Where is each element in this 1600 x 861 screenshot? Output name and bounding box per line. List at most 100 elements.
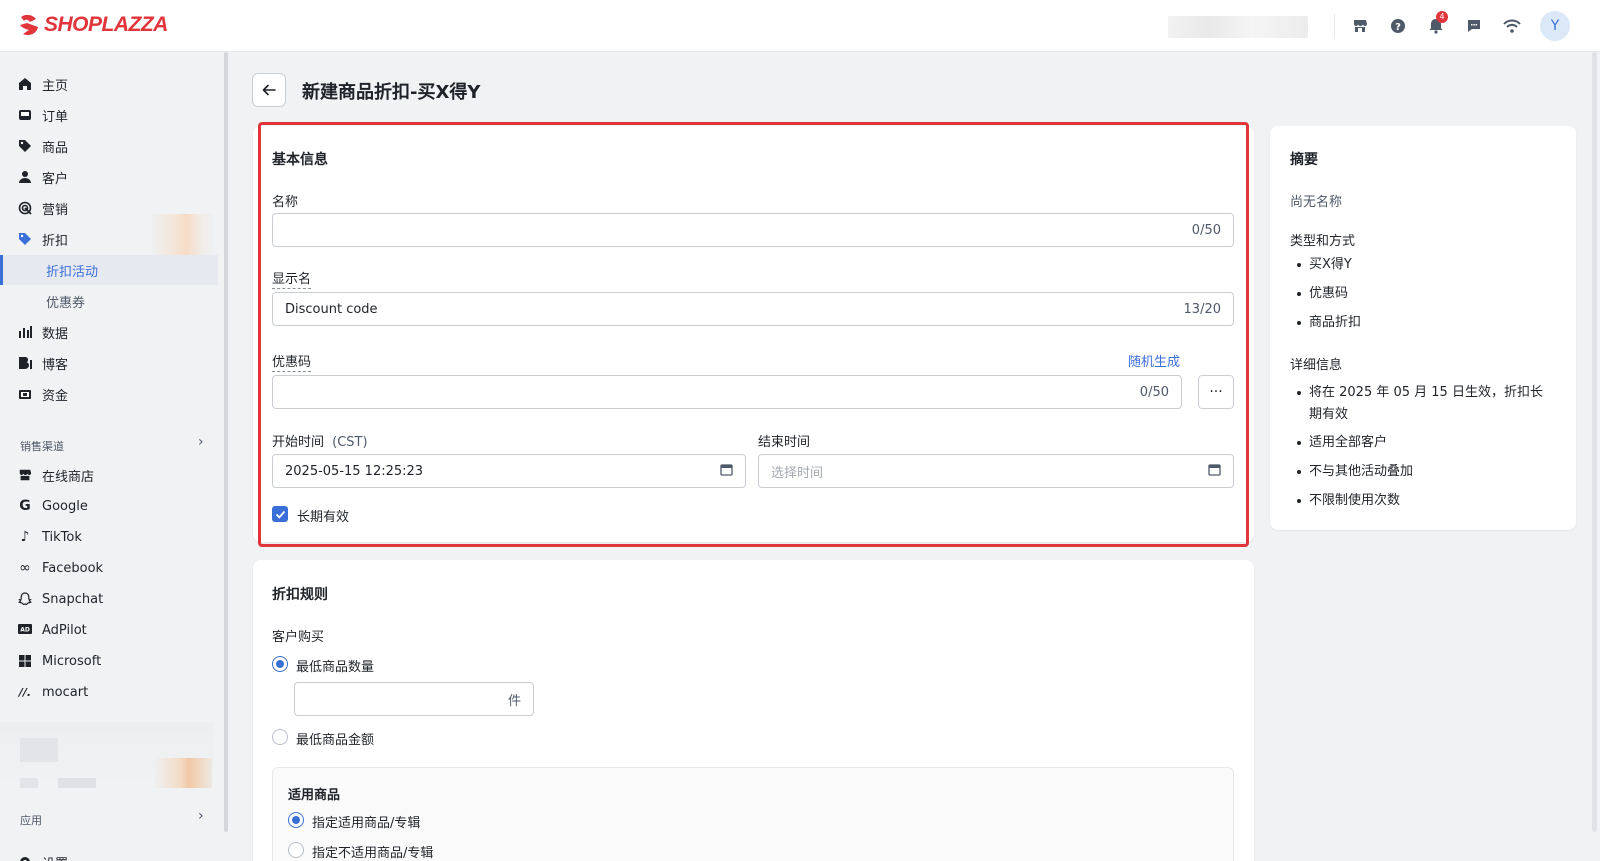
tiktok-icon: ♪ — [20, 529, 30, 545]
include-products-radio[interactable] — [288, 812, 304, 828]
customer-buy-label: 客户购买 — [272, 630, 325, 645]
google-icon: G — [19, 498, 31, 514]
sidebar-item-label: 在线商店 — [42, 469, 95, 485]
store-name-blurred[interactable] — [1168, 16, 1308, 38]
store-icon[interactable] — [1348, 14, 1372, 38]
random-generate-link[interactable]: 随机生成 — [1128, 351, 1180, 370]
sidebar-item-adpilot[interactable]: AD AdPilot — [0, 615, 218, 645]
summary-type-item: 优惠码 — [1297, 283, 1549, 305]
sidebar-item-snapchat[interactable]: Snapchat — [0, 584, 218, 614]
meta-icon: ∞ — [19, 560, 31, 576]
end-time-placeholder: 选择时间 — [771, 465, 824, 481]
summary-type-item: 买X得Y — [1297, 254, 1549, 276]
quantity-unit: 件 — [507, 693, 521, 709]
discount-icon — [17, 231, 33, 247]
back-button[interactable] — [252, 73, 286, 107]
more-options-button[interactable]: ··· — [1198, 375, 1234, 409]
start-time-input[interactable]: 2025-05-15 12:25:23 — [272, 454, 746, 488]
calendar-icon — [720, 463, 733, 480]
sidebar-item-label: mocart — [42, 684, 89, 700]
sidebar-item-label: Snapchat — [42, 591, 104, 607]
apps-heading: 应用 — [20, 814, 42, 827]
sidebar-item-label: 数据 — [42, 326, 69, 342]
sidebar-item-mocart[interactable]: //. mocart — [0, 677, 218, 707]
notification-badge: 4 — [1436, 11, 1448, 23]
summary-detail-item: 将在 2025 年 05 月 15 日生效，折扣长期有效 — [1297, 382, 1549, 426]
microsoft-icon — [17, 653, 33, 669]
chevron-right-icon[interactable]: › — [198, 808, 204, 824]
sidebar-item-facebook[interactable]: ∞ Facebook — [0, 553, 218, 583]
start-time-value: 2025-05-15 12:25:23 — [285, 463, 424, 479]
exclude-products-radio[interactable] — [288, 842, 304, 858]
summary-no-name: 尚无名称 — [1290, 195, 1343, 210]
start-time-label-text: 开始时间 — [272, 435, 325, 450]
sidebar-item-label: 主页 — [42, 78, 69, 94]
chevron-right-icon[interactable]: › — [198, 434, 204, 450]
top-bar: SHOPLAZZA ? 4 Y — [0, 0, 1600, 52]
display-name-input[interactable]: Discount code 13/20 — [272, 292, 1234, 326]
arrow-left-icon — [262, 84, 276, 96]
sidebar-scrollbar[interactable] — [224, 52, 228, 832]
summary-type-item: 商品折扣 — [1297, 312, 1549, 334]
sidebar-item-online-store[interactable]: 在线商店 — [0, 460, 218, 490]
sidebar-item-discount-campaigns[interactable]: 折扣活动 — [0, 255, 218, 285]
sidebar-item-products[interactable]: 商品 — [0, 131, 218, 161]
wifi-icon[interactable] — [1500, 14, 1524, 38]
sidebar-item-google[interactable]: G Google — [0, 491, 218, 521]
min-quantity-label[interactable]: 最低商品数量 — [296, 656, 374, 675]
sidebar-item-coupons[interactable]: 优惠券 — [0, 286, 218, 316]
name-label: 名称 — [272, 195, 299, 210]
snapchat-icon — [17, 591, 33, 607]
include-products-label[interactable]: 指定适用商品/专辑 — [312, 812, 420, 831]
more-icon: ··· — [1209, 384, 1223, 400]
chat-icon[interactable] — [1462, 14, 1486, 38]
summary-detail-item: 不与其他活动叠加 — [1297, 461, 1549, 483]
long-term-checkbox[interactable] — [272, 506, 288, 522]
bar-chart-icon — [17, 324, 33, 340]
wallet-icon — [17, 386, 33, 402]
name-char-count: 0/50 — [1191, 222, 1221, 238]
end-time-input[interactable]: 选择时间 — [758, 454, 1234, 488]
sidebar-item-customers[interactable]: 客户 — [0, 162, 218, 192]
sidebar-item-label: 资金 — [42, 388, 69, 404]
blurred-block — [154, 758, 212, 788]
discount-code-label: 优惠码 — [272, 351, 312, 372]
shoplazza-logo[interactable]: SHOPLAZZA — [18, 13, 168, 37]
start-time-label: 开始时间 (CST) — [272, 431, 368, 450]
long-term-label[interactable]: 长期有效 — [297, 506, 349, 525]
adpilot-icon: AD — [17, 622, 33, 638]
sidebar-item-label: Facebook — [42, 560, 104, 576]
tag-icon — [17, 138, 33, 154]
sidebar-item-orders[interactable]: 订单 — [0, 100, 218, 130]
min-amount-radio[interactable] — [272, 729, 288, 745]
sidebar-item-finance[interactable]: 资金 — [0, 379, 218, 409]
sidebar-item-label: 优惠券 — [46, 295, 86, 311]
min-quantity-input[interactable]: 件 — [294, 682, 534, 716]
avatar[interactable]: Y — [1540, 11, 1570, 41]
end-time-label: 结束时间 — [758, 435, 811, 450]
sidebar-item-home[interactable]: 主页 — [0, 69, 218, 99]
sidebar-item-label: 商品 — [42, 140, 69, 156]
timezone-label: (CST) — [332, 435, 368, 450]
exclude-products-label[interactable]: 指定不适用商品/专辑 — [312, 842, 433, 861]
basic-info-title: 基本信息 — [272, 152, 328, 168]
svg-text:AD: AD — [20, 627, 30, 634]
sidebar-item-label: 订单 — [42, 109, 69, 125]
bell-icon[interactable]: 4 — [1424, 11, 1448, 38]
sidebar-item-microsoft[interactable]: Microsoft — [0, 646, 218, 676]
sidebar-item-label: 折扣活动 — [46, 264, 99, 280]
sidebar-item-label: AdPilot — [42, 622, 87, 638]
page-scrollbar[interactable] — [1592, 52, 1597, 832]
discount-rules-title: 折扣规则 — [272, 587, 328, 603]
min-amount-label[interactable]: 最低商品金额 — [296, 729, 374, 748]
name-input[interactable]: 0/50 — [272, 213, 1234, 247]
sidebar-item-analytics[interactable]: 数据 — [0, 317, 218, 347]
sidebar-item-settings[interactable]: 设置 — [0, 847, 218, 861]
sidebar-item-tiktok[interactable]: ♪ TikTok — [0, 522, 218, 552]
blurred-block — [58, 778, 96, 788]
discount-code-input[interactable]: 0/50 — [272, 375, 1182, 409]
sidebar-item-blog[interactable]: 博客 — [0, 348, 218, 378]
summary-title: 摘要 — [1290, 152, 1318, 168]
help-icon[interactable]: ? — [1386, 14, 1410, 38]
min-quantity-radio[interactable] — [272, 656, 288, 672]
